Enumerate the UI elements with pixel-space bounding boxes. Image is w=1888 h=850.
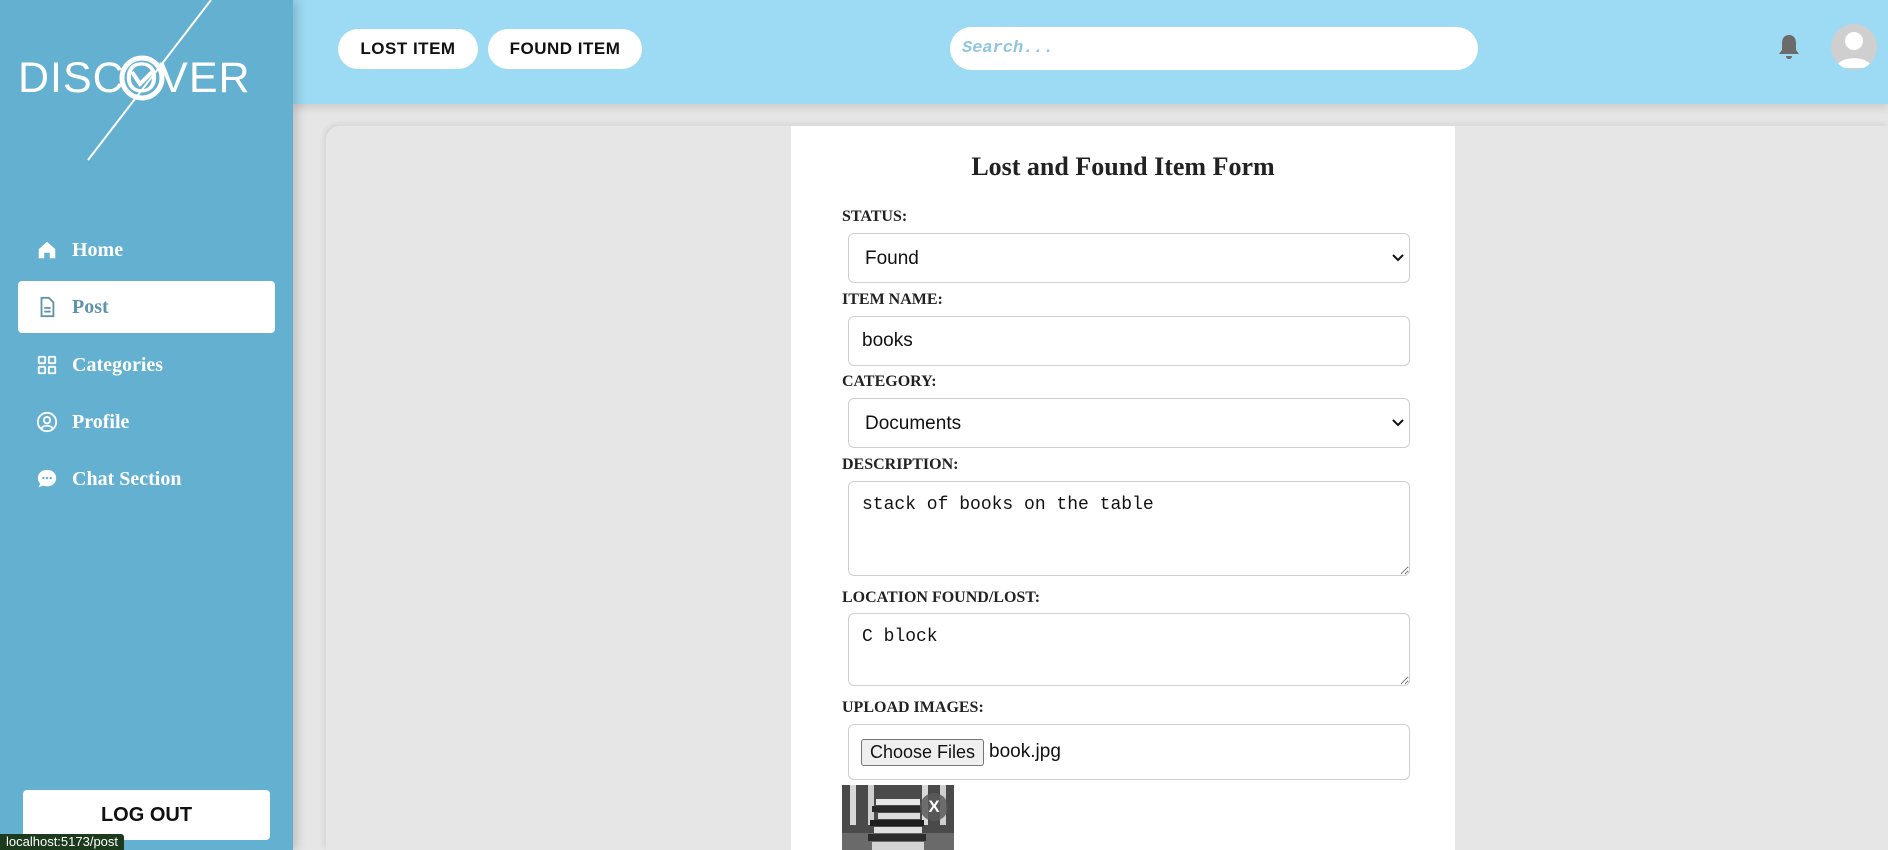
file-upload-field[interactable]: Choose Files book.jpg bbox=[848, 724, 1410, 780]
sidebar-item-home[interactable]: Home bbox=[18, 224, 275, 276]
logo-text: DISCOVER bbox=[18, 54, 251, 102]
browser-status-url: localhost:5173/post bbox=[0, 834, 125, 850]
sidebar-item-categories[interactable]: Categories bbox=[18, 339, 275, 391]
sidebar-item-profile[interactable]: Profile bbox=[18, 396, 275, 448]
sidebar-item-chat-section[interactable]: Chat Section bbox=[18, 453, 275, 505]
choose-files-button[interactable]: Choose Files bbox=[861, 738, 985, 766]
sidebar-item-post[interactable]: Post bbox=[18, 281, 275, 333]
item-name-input[interactable] bbox=[848, 316, 1410, 366]
avatar-silhouette bbox=[1836, 32, 1872, 68]
upload-images-label: UPLOAD IMAGES: bbox=[842, 699, 984, 716]
lost-item-button[interactable]: LOST ITEM bbox=[338, 29, 478, 69]
description-textarea[interactable]: stack of books on the table bbox=[848, 481, 1410, 576]
search-input[interactable] bbox=[950, 27, 1478, 70]
status-label: STATUS: bbox=[842, 208, 908, 225]
file-name: book.jpg bbox=[989, 741, 1061, 762]
bell-icon[interactable] bbox=[1777, 33, 1801, 61]
location-textarea[interactable]: C block bbox=[848, 613, 1410, 686]
chat-bubble-icon bbox=[36, 468, 58, 490]
form-title: Lost and Found Item Form bbox=[971, 152, 1275, 181]
location-label: LOCATION FOUND/LOST: bbox=[842, 589, 1041, 606]
category-select[interactable]: Documents bbox=[848, 398, 1410, 448]
sidebar-item-label: Chat Section bbox=[72, 467, 182, 490]
logout-button[interactable]: LOG OUT bbox=[23, 790, 270, 840]
item-name-label: ITEM NAME: bbox=[842, 291, 943, 308]
grid-icon bbox=[36, 354, 58, 376]
sidebar-item-label: Home bbox=[72, 238, 124, 261]
user-avatar-icon[interactable] bbox=[1831, 24, 1877, 70]
sidebar-item-label: Profile bbox=[72, 410, 130, 433]
found-item-button[interactable]: FOUND ITEM bbox=[488, 29, 642, 69]
document-icon bbox=[36, 296, 58, 318]
discover-logo[interactable]: DISCOVER bbox=[18, 0, 268, 165]
category-label: CATEGORY: bbox=[842, 373, 937, 390]
sidebar-item-label: Categories bbox=[72, 353, 164, 376]
form-contents: Lost and Found Item Form STATUS: Found I… bbox=[791, 0, 1455, 850]
top-bar: LOST ITEM FOUND ITEM bbox=[293, 0, 1888, 104]
sidebar-item-label: Post bbox=[72, 295, 109, 318]
status-select[interactable]: Found bbox=[848, 233, 1410, 283]
remove-image-button[interactable]: X bbox=[920, 793, 948, 821]
description-label: DESCRIPTION: bbox=[842, 456, 959, 473]
sidebar: DISCOVER Home Post Categories Profile Ch… bbox=[0, 0, 293, 850]
home-icon bbox=[36, 239, 58, 261]
user-circle-icon bbox=[36, 411, 58, 433]
